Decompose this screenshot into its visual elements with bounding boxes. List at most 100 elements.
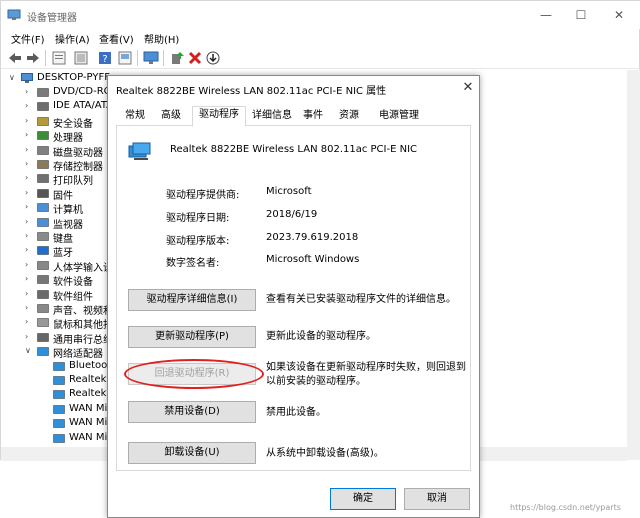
tree-item-label: DVD/CD-RO [53, 86, 112, 97]
minimize-button[interactable]: — [531, 5, 561, 25]
expand-chevron-icon[interactable]: › [25, 145, 35, 154]
update-driver-button[interactable]: 更新驱动程序(P) [128, 326, 256, 348]
expand-chevron-icon[interactable]: › [25, 173, 35, 182]
scan-icon[interactable] [73, 50, 89, 66]
expand-chevron-icon[interactable]: › [25, 101, 35, 110]
tab-driver[interactable]: 驱动程序 [192, 106, 246, 127]
properties-icon[interactable] [51, 50, 67, 66]
annotation-highlight [124, 359, 264, 389]
driver-provider-value: Microsoft [266, 186, 312, 197]
cpu-icon [37, 131, 49, 140]
expand-chevron-icon[interactable]: › [25, 231, 35, 240]
expand-chevron-icon[interactable]: › [25, 317, 35, 326]
uninstall-icon[interactable] [187, 50, 203, 66]
driver-date-value: 2018/6/19 [266, 209, 318, 220]
svg-text:?: ? [102, 54, 107, 65]
menu-file[interactable]: 文件(F) [11, 31, 45, 46]
software-component-icon [37, 289, 49, 299]
expand-chevron-icon[interactable]: › [25, 116, 35, 125]
expand-chevron-icon[interactable]: › [25, 217, 35, 226]
expand-chevron-icon[interactable]: › [25, 260, 35, 269]
uninstall-device-button[interactable]: 卸载设备(U) [128, 442, 256, 464]
tab-strip: 常规 高级 驱动程序 详细信息 事件 资源 电源管理 [116, 106, 471, 127]
tab-power-management[interactable]: 电源管理 [372, 108, 426, 126]
digital-signer-value: Microsoft Windows [266, 254, 360, 265]
disable-device-button[interactable]: 禁用设备(D) [128, 401, 256, 423]
tree-item-label: 存储控制器 [53, 162, 103, 173]
tab-advanced[interactable]: 高级 [156, 108, 186, 126]
vertical-scrollbar[interactable] [627, 70, 640, 460]
dialog-close-button[interactable]: ✕ [458, 78, 478, 98]
forward-icon[interactable] [25, 50, 41, 66]
usb-icon [37, 333, 49, 342]
tree-item-label: 人体学输入设 [53, 262, 113, 274]
tree-item-label: 监视器 [53, 219, 83, 231]
help-icon[interactable]: ? [97, 50, 113, 66]
expand-chevron-icon[interactable]: › [25, 159, 35, 168]
expand-chevron-icon[interactable]: › [25, 202, 35, 211]
tree-item-label: 软件设备 [53, 277, 93, 289]
security-icon [37, 117, 49, 126]
driver-details-button[interactable]: 驱动程序详细信息(I) [128, 289, 256, 311]
display-icon[interactable] [117, 50, 133, 66]
menu-help[interactable]: 帮助(H) [144, 31, 179, 46]
collapse-chevron-icon[interactable]: ∨ [9, 73, 19, 82]
driver-version-value: 2023.79.619.2018 [266, 232, 359, 243]
mouse-icon [37, 318, 49, 328]
dialog-title: Realtek 8822BE Wireless LAN 802.11ac PCI… [116, 86, 387, 97]
nic-icon [53, 419, 65, 428]
toolbar: ? [1, 47, 640, 69]
expand-chevron-icon[interactable]: › [25, 188, 35, 197]
nic-icon [53, 361, 65, 371]
disk-icon [37, 145, 49, 155]
tab-events[interactable]: 事件 [298, 108, 328, 126]
window-title: 设备管理器 [27, 13, 77, 24]
storage-icon [37, 160, 49, 169]
tree-item-label: 通用串行总线 [53, 334, 113, 346]
expand-chevron-icon[interactable]: › [25, 303, 35, 312]
expand-chevron-icon[interactable]: › [25, 87, 35, 96]
expand-chevron-icon[interactable]: › [25, 274, 35, 283]
tree-item-label: 声音、视频和 [53, 306, 113, 317]
back-icon[interactable] [7, 50, 23, 66]
toolbar-separator [137, 50, 138, 66]
disable-device-desc: 禁用此设备。 [266, 407, 326, 418]
device-manager-icon [7, 9, 21, 20]
firmware-icon [37, 189, 49, 198]
tab-resources[interactable]: 资源 [334, 108, 364, 126]
computer-icon [37, 203, 49, 212]
tree-root-label: DESKTOP-PYFF [37, 72, 110, 83]
hid-icon [37, 261, 49, 270]
expand-chevron-icon[interactable]: › [25, 245, 35, 254]
maximize-button[interactable]: ☐ [566, 5, 596, 25]
tree-item-label: 网络适配器 [53, 349, 103, 361]
watermark: https://blog.csdn.net/yparts [510, 503, 621, 512]
monitor-icon[interactable] [143, 50, 159, 66]
roll-back-driver-desc: 如果该设备在更新驱动程序时失败，则回退到以前安装的驱动程序。 [266, 362, 466, 387]
ok-button[interactable]: 确定 [330, 488, 396, 510]
tab-general[interactable]: 常规 [120, 108, 150, 126]
update-driver-desc: 更新此设备的驱动程序。 [266, 331, 376, 342]
cancel-button[interactable]: 取消 [404, 488, 470, 510]
nic-icon [53, 433, 65, 443]
nic-icon [53, 376, 65, 385]
menu-view[interactable]: 查看(V) [99, 31, 134, 46]
menu-action[interactable]: 操作(A) [55, 31, 90, 46]
collapse-chevron-icon[interactable]: ∨ [25, 346, 35, 355]
monitor-icon [37, 217, 49, 227]
expand-chevron-icon[interactable]: › [25, 130, 35, 139]
uninstall-device-desc: 从系统中卸载设备(高级)。 [266, 448, 384, 459]
dvd-icon [37, 88, 49, 97]
driver-details-desc: 查看有关已安装驱动程序文件的详细信息。 [266, 294, 456, 305]
update-driver-icon[interactable] [169, 50, 185, 66]
tab-details[interactable]: 详细信息 [248, 108, 296, 126]
close-button[interactable]: ✕ [604, 5, 634, 25]
expand-chevron-icon[interactable]: › [25, 289, 35, 298]
nic-icon [53, 390, 65, 400]
download-icon[interactable] [205, 50, 221, 66]
expand-chevron-icon[interactable]: › [25, 332, 35, 341]
tree-item-label: 打印队列 [53, 176, 93, 188]
properties-dialog: Realtek 8822BE Wireless LAN 802.11ac PCI… [107, 75, 480, 518]
tree-item-label: 键盘 [53, 234, 73, 245]
tree-item-label: 计算机 [53, 205, 83, 217]
